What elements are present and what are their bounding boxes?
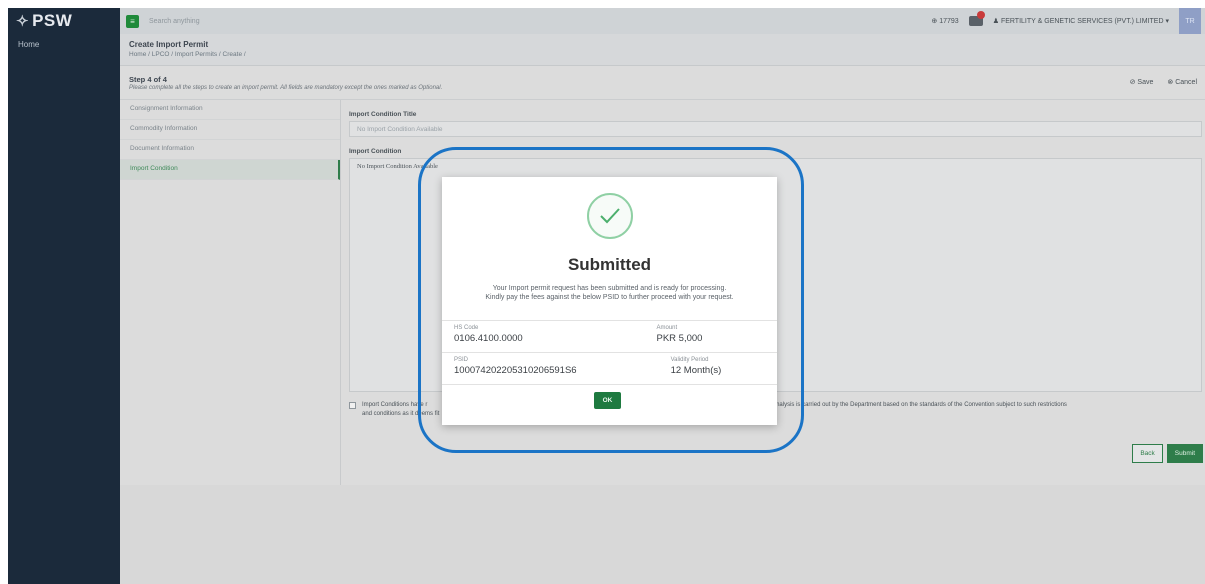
steps-nav: Consignment Information Commodity Inform…	[120, 100, 341, 485]
page-header: Create Import Permit Home / LPCO / Impor…	[120, 34, 1205, 66]
submit-button[interactable]: Submit	[1166, 444, 1203, 463]
amount-label: Amount	[656, 325, 678, 331]
validity-label: Validity Period	[670, 357, 709, 363]
page-footer-area	[120, 485, 1205, 584]
ok-button[interactable]: OK	[594, 392, 621, 409]
breadcrumb[interactable]: Home / LPCO / Import Permits / Create /	[129, 51, 1196, 58]
sidebar: ✧ PSW Home	[8, 8, 120, 584]
psid-value: 100074202205310206591S6	[454, 365, 577, 376]
chevron-down-icon: ▾	[1165, 18, 1169, 25]
notification-icon[interactable]	[968, 11, 985, 26]
globe-icon: ⊕	[931, 18, 938, 25]
user-icon: ♟	[992, 18, 999, 25]
condition-label: Import Condition	[349, 148, 402, 155]
logo-text: PSW	[32, 11, 73, 30]
psid-cell: PSID 100074202205310206591S6	[442, 353, 589, 384]
menu-toggle-button[interactable]: ≡	[126, 14, 139, 28]
payment-details: HS Code 0106.4100.0000 Amount PKR 5,000 …	[442, 320, 777, 385]
dialog-title: Submitted	[567, 255, 652, 274]
counter-badge[interactable]: ⊕ 17793	[931, 17, 958, 25]
psw-logo[interactable]: ✧ PSW	[8, 8, 120, 34]
step-title: Step 4 of 4	[129, 75, 167, 84]
hs-code-value: 0106.4100.0000	[454, 333, 523, 344]
consent-text-part3: and conditions as it deems fit	[362, 411, 440, 417]
check-circle-icon: ⊘	[1129, 79, 1136, 86]
hs-code-label: HS Code	[454, 325, 479, 331]
avatar[interactable]: TR	[1179, 8, 1201, 34]
condition-title-field[interactable]: No Import Condition Available	[349, 121, 1202, 137]
dialog-message: Your Import permit request has been subm…	[456, 284, 763, 302]
hs-code-cell: HS Code 0106.4100.0000	[442, 321, 575, 352]
step-header: Step 4 of 4 Please complete all the step…	[120, 66, 1205, 100]
step-item-document[interactable]: Document Information	[120, 140, 340, 160]
save-label: Save	[1137, 79, 1154, 86]
amount-cell: Amount PKR 5,000	[575, 321, 778, 352]
psw-logo-icon: ✧	[16, 13, 30, 30]
search-input[interactable]: Search anything	[149, 18, 931, 25]
company-menu[interactable]: ♟ FERTILITY & GENETIC SERVICES (PVT.) LI…	[993, 17, 1169, 25]
sidebar-item-home[interactable]: Home	[8, 34, 120, 55]
consent-checkbox[interactable]	[349, 402, 356, 409]
success-check-icon	[587, 193, 633, 239]
top-bar: ≡ Search anything ⊕ 17793 ♟ FERTILITY & …	[120, 8, 1205, 34]
company-name: FERTILITY & GENETIC SERVICES (PVT.) LIMI…	[1000, 18, 1164, 25]
cancel-button[interactable]: ⊗ Cancel	[1167, 78, 1197, 86]
step-description: Please complete all the steps to create …	[129, 85, 443, 91]
condition-title-label: Import Condition Title	[349, 111, 417, 118]
consent-text-part1: Import Conditions have r	[362, 402, 428, 408]
validity-value: 12 Month(s)	[670, 365, 722, 376]
psid-label: PSID	[454, 357, 469, 363]
step-item-import-condition[interactable]: Import Condition	[120, 160, 340, 180]
step-item-consignment[interactable]: Consignment Information	[120, 100, 340, 120]
back-button[interactable]: Back	[1132, 444, 1163, 463]
save-button[interactable]: ⊘ Save	[1130, 78, 1154, 86]
dialog-message-line2: Kindly pay the fees against the below PS…	[485, 294, 734, 301]
dialog-message-line1: Your Import permit request has been subm…	[492, 285, 727, 292]
app-frame: ✧ PSW Home ≡ Search anything ⊕ 17793 ♟ F…	[8, 8, 1205, 584]
close-circle-icon: ⊗	[1167, 79, 1174, 86]
notification-dot	[976, 11, 985, 19]
hamburger-icon: ≡	[130, 16, 135, 26]
details-row: HS Code 0106.4100.0000 Amount PKR 5,000	[442, 321, 777, 353]
amount-value: PKR 5,000	[656, 333, 703, 344]
step-item-commodity[interactable]: Commodity Information	[120, 120, 340, 140]
counter-value: 17793	[939, 18, 959, 25]
cancel-label: Cancel	[1175, 79, 1197, 86]
submitted-dialog: Submitted Your Import permit request has…	[442, 177, 777, 425]
page-title: Create Import Permit	[129, 40, 209, 49]
details-row: PSID 100074202205310206591S6 Validity Pe…	[442, 353, 777, 385]
validity-cell: Validity Period 12 Month(s)	[589, 353, 777, 384]
